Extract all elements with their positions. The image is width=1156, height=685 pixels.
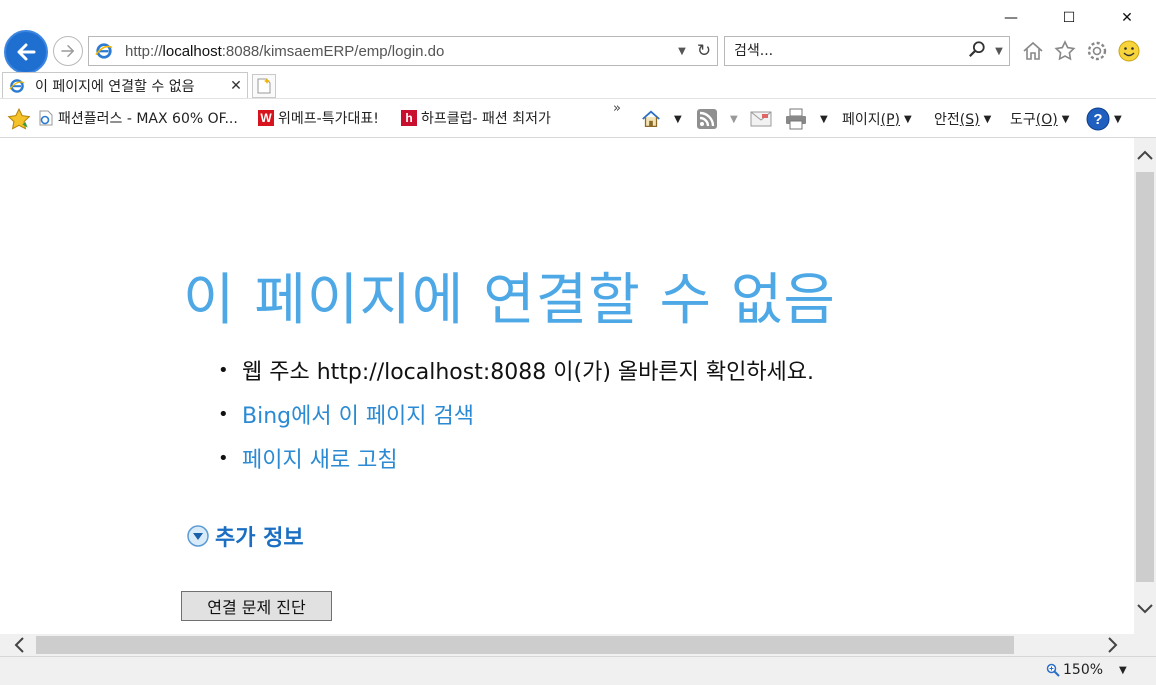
home-icon[interactable] — [1020, 38, 1046, 64]
tab-close-icon[interactable]: ✕ — [225, 78, 247, 94]
vertical-scroll-thumb[interactable] — [1136, 172, 1154, 582]
refresh-page-link[interactable]: 페이지 새로 고침 — [242, 442, 398, 474]
check-address-text: 웹 주소 http://localhost:8088 이(가) 올바른지 확인하… — [242, 360, 815, 385]
more-info-toggle[interactable]: 추가 정보 — [187, 520, 304, 552]
safety-menu-button[interactable]: 안전(S) ▼ — [934, 105, 991, 133]
forward-button[interactable] — [53, 36, 83, 66]
horizontal-scroll-thumb[interactable] — [36, 636, 1014, 654]
mail-icon — [750, 111, 772, 127]
favorites-star-icon[interactable] — [1052, 38, 1078, 64]
favorite-label: 하프클럽- 패션 최저가 — [421, 111, 551, 127]
smiley-feedback-icon[interactable] — [1116, 38, 1142, 64]
home-command-button[interactable]: ▼ — [640, 105, 682, 133]
favorite-item-fashionplus[interactable]: 패션플러스 - MAX 60% OF... — [38, 108, 238, 128]
address-dropdown-icon[interactable]: ▼ — [673, 46, 691, 57]
help-menu-button[interactable]: ? ▼ — [1086, 105, 1122, 133]
bing-search-link[interactable]: Bing에서 이 페이지 검색 — [242, 398, 474, 430]
more-info-label: 추가 정보 — [215, 526, 304, 551]
halfclub-icon: h — [401, 110, 417, 126]
favorite-item-halfclub[interactable]: h 하프클럽- 패션 최저가 — [401, 108, 551, 128]
new-tab-button[interactable] — [252, 74, 276, 98]
bullet: • — [218, 447, 229, 469]
bullet: • — [218, 403, 229, 425]
tools-menu-label: 도구(O) — [1010, 112, 1058, 128]
favorites-bar: 패션플러스 - MAX 60% OF... W 위메프-특가대표! h 하프클럽… — [0, 98, 1156, 138]
url-host: localhost — [162, 42, 222, 60]
favorites-add-star-icon[interactable] — [6, 107, 32, 133]
help-dropdown-icon: ▼ — [1114, 113, 1122, 125]
tab-bar: 이 페이지에 연결할 수 없음 ✕ — [0, 70, 1156, 98]
back-arrow-icon — [17, 43, 36, 61]
svg-text:?: ? — [1093, 111, 1102, 128]
ie-page-icon — [39, 110, 53, 126]
favorite-item-wemakeprice[interactable]: W 위메프-특가대표! — [258, 108, 379, 128]
diagnose-connection-button[interactable]: 연결 문제 진단 — [181, 591, 332, 621]
page-menu-button[interactable]: 페이지(P) ▼ — [842, 105, 912, 133]
horizontal-scrollbar[interactable] — [0, 634, 1134, 656]
feeds-command-button[interactable]: ▼ — [696, 105, 738, 133]
suggestion-list: • 웹 주소 http://localhost:8088 이(가) 올바른지 확… — [218, 348, 814, 480]
scroll-up-icon[interactable] — [1134, 140, 1156, 170]
vertical-scrollbar[interactable] — [1134, 138, 1156, 634]
favorite-label: 위메프-특가대표! — [278, 111, 379, 127]
home-dropdown-icon[interactable]: ▼ — [674, 114, 682, 125]
chevron-down-circle-icon — [187, 525, 209, 547]
favorite-label: 패션플러스 - MAX 60% OF... — [58, 111, 238, 127]
safety-menu-dropdown-icon: ▼ — [983, 113, 992, 125]
address-bar[interactable]: http://localhost:8088/kimsaemERP/emp/log… — [88, 36, 718, 66]
search-dropdown-icon[interactable]: ▼ — [989, 46, 1009, 57]
url-path: :8088/kimsaemERP/emp/login.do — [221, 42, 445, 60]
url-prefix: http:// — [125, 42, 163, 60]
page-menu-dropdown-icon: ▼ — [904, 113, 912, 125]
search-icon[interactable] — [965, 40, 989, 62]
address-url[interactable]: http://localhost:8088/kimsaemERP/emp/log… — [125, 43, 673, 60]
new-tab-icon — [257, 78, 271, 94]
feeds-dropdown-icon[interactable]: ▼ — [730, 114, 738, 125]
scroll-down-icon[interactable] — [1134, 594, 1156, 624]
scroll-right-icon[interactable] — [1098, 634, 1128, 656]
page-menu-label: 페이지(P) — [842, 112, 901, 128]
refresh-icon[interactable]: ↻ — [691, 41, 717, 61]
safety-menu-label: 안전(S) — [934, 112, 980, 128]
list-item-refresh: • 페이지 새로 고침 — [218, 436, 814, 480]
tab-active[interactable]: 이 페이지에 연결할 수 없음 ✕ — [2, 72, 248, 98]
printer-icon — [786, 108, 806, 130]
print-dropdown-icon[interactable]: ▼ — [820, 114, 828, 125]
browser-toolbar-icons — [1020, 36, 1142, 66]
zoom-dropdown-icon[interactable]: ▼ — [1119, 665, 1127, 676]
status-bar: 150% ▼ — [0, 656, 1156, 685]
ie-tab-icon — [9, 78, 25, 93]
search-box[interactable]: ▼ — [724, 36, 1010, 66]
navigation-bar: http://localhost:8088/kimsaemERP/emp/log… — [0, 30, 1156, 74]
scrollbar-corner — [1134, 634, 1156, 656]
read-mail-command-button[interactable] — [750, 105, 772, 133]
page-content: 이 페이지에 연결할 수 없음 • 웹 주소 http://localhost:… — [0, 138, 1134, 634]
forward-arrow-icon — [61, 45, 74, 57]
tools-menu-dropdown-icon: ▼ — [1061, 113, 1070, 125]
back-button[interactable] — [4, 30, 48, 74]
ie-page-icon — [95, 43, 113, 59]
tab-title: 이 페이지에 연결할 수 없음 — [35, 78, 195, 95]
zoom-magnifier-icon — [1046, 663, 1060, 677]
wemakeprice-icon: W — [258, 110, 274, 126]
error-title: 이 페이지에 연결할 수 없음 — [183, 268, 836, 333]
tools-menu-button[interactable]: 도구(O) ▼ — [1010, 105, 1069, 133]
scroll-left-icon[interactable] — [4, 634, 34, 656]
print-command-button[interactable]: ▼ — [784, 105, 828, 133]
list-item-check-address: • 웹 주소 http://localhost:8088 이(가) 올바른지 확… — [218, 348, 814, 392]
zoom-control[interactable]: 150% ▼ — [1046, 662, 1127, 678]
list-item-bing-search: • Bing에서 이 페이지 검색 — [218, 392, 814, 436]
bullet: • — [218, 359, 229, 381]
help-icon: ? — [1086, 107, 1110, 131]
rss-feed-icon — [697, 109, 717, 129]
zoom-level: 150% — [1063, 662, 1104, 678]
favorites-overflow-chevron-icon[interactable]: » — [613, 101, 621, 116]
home-icon — [642, 110, 660, 127]
gear-icon[interactable] — [1084, 38, 1110, 64]
search-input[interactable] — [734, 43, 965, 59]
